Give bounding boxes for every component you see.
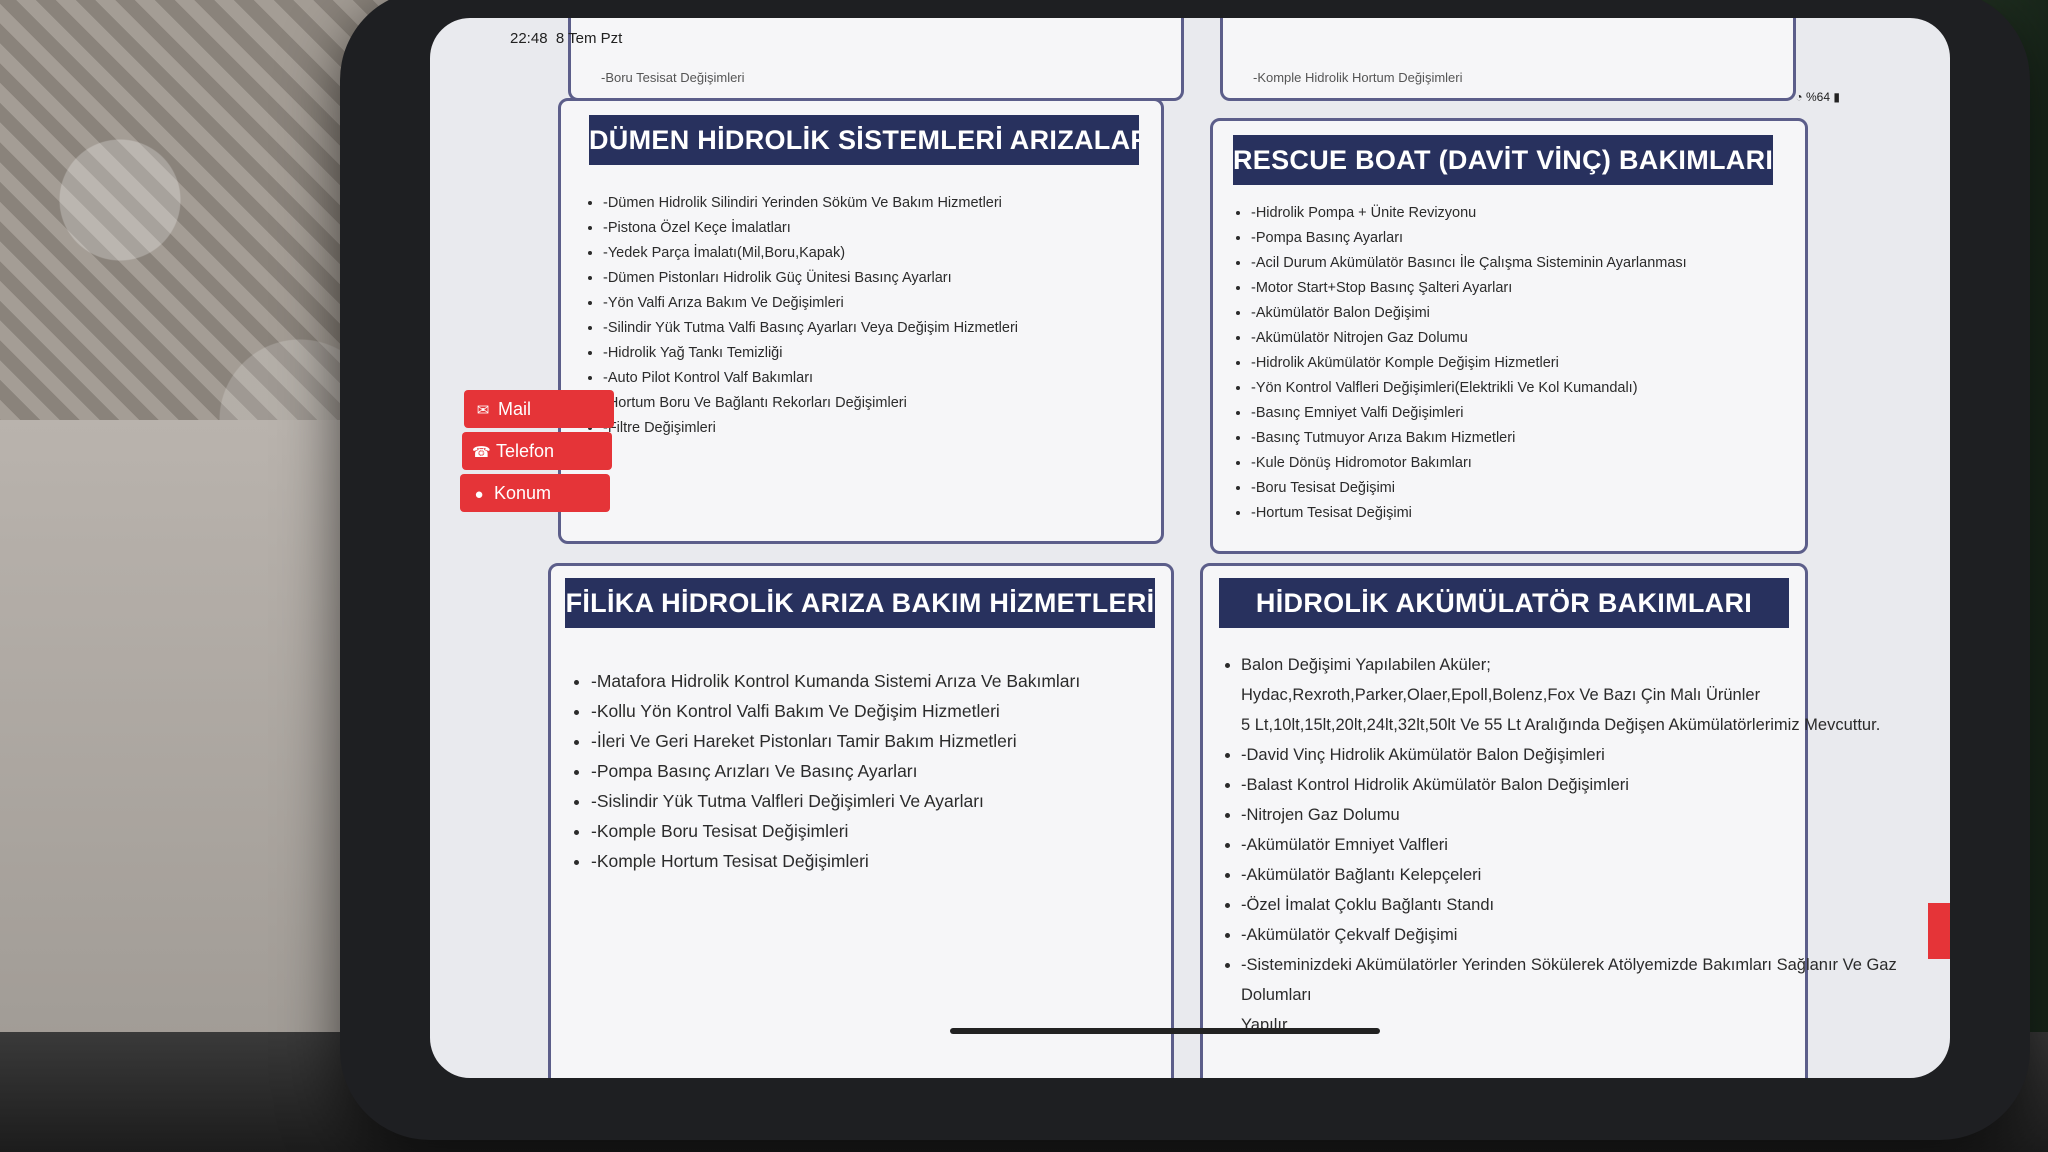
list-item: -Akümülatör Çekvalf Değişimi [1241, 920, 1897, 950]
list-item: -Özel İmalat Çoklu Bağlantı Standı [1241, 890, 1897, 920]
list-item: Balon Değişimi Yapılabilen Aküler; [1241, 650, 1897, 680]
list-item: -Hortum Tesisat Değişimi [1251, 501, 1687, 526]
status-right: ◔ %64 ▮ [1795, 90, 1840, 104]
status-clock: 22:48 [510, 30, 548, 47]
list-item: -Pompa Basınç Arızları Ve Basınç Ayarlar… [591, 756, 1080, 786]
card-dumen-list: -Dümen Hidrolik Silindiri Yerinden Söküm… [585, 191, 1018, 441]
list-item: -Pompa Basınç Ayarları [1251, 226, 1687, 251]
list-item: -Yedek Parça İmalatı(Mil,Boru,Kapak) [603, 241, 1018, 266]
battery-percent: %64 [1806, 90, 1831, 104]
list-item: -Kollu Yön Kontrol Valfi Bakım Ve Değişi… [591, 696, 1080, 726]
list-item: Dolumları [1241, 986, 1312, 1004]
list-item: -Matafora Hidrolik Kontrol Kumanda Siste… [591, 666, 1080, 696]
status-date: 8 Tem Pzt [555, 30, 623, 47]
card-akumulator-list: Balon Değişimi Yapılabilen Aküler; Hydac… [1223, 650, 1897, 1040]
card-akumulator-title: HİDROLİK AKÜMÜLATÖR BAKIMLARI [1219, 578, 1789, 628]
list-item: 5 Lt,10lt,15lt,20lt,24lt,32lt,50lt Ve 55… [1241, 716, 1881, 734]
mail-label: Mail [498, 399, 532, 419]
home-indicator [950, 1028, 1380, 1034]
status-time: 22:48 8 Tem Pzt [510, 30, 622, 47]
battery-icon: ▮ [1833, 90, 1840, 104]
list-item: -Akümülatör Emniyet Valfleri [1241, 830, 1897, 860]
location-label: Konum [494, 483, 552, 503]
list-item: -Kule Dönüş Hidromotor Bakımları [1251, 451, 1687, 476]
list-item: -Akümülatör Nitrojen Gaz Dolumu [1251, 326, 1687, 351]
partial-right-item: -Komple Hidrolik Hortum Değişimleri [1253, 70, 1463, 85]
mail-button[interactable]: ✉ Mail [464, 390, 614, 428]
list-item: -Filtre Değişimleri [603, 416, 1018, 441]
wifi-icon: ◔ [1795, 90, 1803, 104]
list-item: -Motor Start+Stop Basınç Şalteri Ayarlar… [1251, 276, 1687, 301]
list-item: -Akümülatör Bağlantı Kelepçeleri [1241, 860, 1897, 890]
scroll-top-button[interactable]: ⌃ [1928, 903, 1950, 959]
list-item: -Hortum Boru Ve Bağlantı Rekorları Değiş… [603, 391, 1018, 416]
list-item: Hydac,Rexroth,Parker,Olaer,Epoll,Bolenz,… [1241, 686, 1761, 704]
envelope-icon: ✉ [476, 402, 490, 419]
location-button[interactable]: ● Konum [460, 474, 610, 512]
status-bar: 22:48 8 Tem Pzt ◔ %64 ▮ [430, 18, 1950, 104]
phone-icon: ☎ [472, 444, 491, 461]
list-item: -Pistona Özel Keçe İmalatları [603, 216, 1018, 241]
card-rescue-title: RESCUE BOAT (DAVİT VİNÇ) BAKIMLARI [1233, 135, 1773, 185]
list-item: -Balast Kontrol Hidrolik Akümülatör Balo… [1241, 770, 1897, 800]
list-item: -Sisteminizdeki Akümülatörler Yerinden S… [1241, 950, 1897, 980]
list-item: -Basınç Tutmuyor Arıza Bakım Hizmetleri [1251, 426, 1687, 451]
phone-button[interactable]: ☎ Telefon [462, 432, 612, 470]
list-item: -Yön Valfi Arıza Bakım Ve Değişimleri [603, 291, 1018, 316]
partial-left-item: -Boru Tesisat Değişimleri [601, 70, 745, 85]
list-item: -Dümen Hidrolik Silindiri Yerinden Söküm… [603, 191, 1018, 216]
list-item: -Silindir Yük Tutma Valfi Basınç Ayarlar… [603, 316, 1018, 341]
list-item: -Hidrolik Yağ Tankı Temizliği [603, 341, 1018, 366]
card-dumen: DÜMEN HİDROLİK SİSTEMLERİ ARIZALARI -Düm… [558, 98, 1164, 544]
chevron-up-icon: ⌃ [1944, 915, 1950, 946]
list-item: -Hidrolik Pompa + Ünite Revizyonu [1251, 201, 1687, 226]
list-item: -Nitrojen Gaz Dolumu [1241, 800, 1897, 830]
list-item: -İleri Ve Geri Hareket Pistonları Tamir … [591, 726, 1080, 756]
card-filika: FİLİKA HİDROLİK ARIZA BAKIM HİZMETLERİ -… [548, 563, 1174, 1078]
list-item: -Komple Boru Tesisat Değişimleri [591, 816, 1080, 846]
phone-label: Telefon [496, 441, 555, 461]
card-filika-list: -Matafora Hidrolik Kontrol Kumanda Siste… [573, 666, 1080, 876]
list-item: -Dümen Pistonları Hidrolik Güç Ünitesi B… [603, 266, 1018, 291]
card-dumen-title: DÜMEN HİDROLİK SİSTEMLERİ ARIZALARI [589, 115, 1139, 165]
list-item: -Basınç Emniyet Valfi Değişimleri [1251, 401, 1687, 426]
tablet-screen: 22:48 8 Tem Pzt ◔ %64 ▮ -Boru Tesisat De… [430, 18, 1950, 1078]
card-filika-title: FİLİKA HİDROLİK ARIZA BAKIM HİZMETLERİ [565, 578, 1155, 628]
list-item: -David Vinç Hidrolik Akümülatör Balon De… [1241, 740, 1897, 770]
map-pin-icon: ● [474, 486, 484, 503]
list-item: Yapılır. [1241, 1016, 1292, 1034]
list-item: -Sislindir Yük Tutma Valfleri Değişimler… [591, 786, 1080, 816]
list-item: -Auto Pilot Kontrol Valf Bakımları [603, 366, 1018, 391]
card-akumulator: HİDROLİK AKÜMÜLATÖR BAKIMLARI Balon Deği… [1200, 563, 1897, 1078]
list-item: -Akümülatör Balon Değişimi [1251, 301, 1687, 326]
card-rescue-list: -Hidrolik Pompa + Ünite Revizyonu -Pompa… [1233, 201, 1687, 526]
list-item: -Acil Durum Akümülatör Basıncı İle Çalış… [1251, 251, 1687, 276]
card-rescue: RESCUE BOAT (DAVİT VİNÇ) BAKIMLARI -Hidr… [1210, 118, 1808, 554]
list-item: -Hidrolik Akümülatör Komple Değişim Hizm… [1251, 351, 1687, 376]
list-item: -Yön Kontrol Valfleri Değişimleri(Elektr… [1251, 376, 1687, 401]
list-item: -Komple Hortum Tesisat Değişimleri [591, 846, 1080, 876]
list-item: -Boru Tesisat Değişimi [1251, 476, 1687, 501]
